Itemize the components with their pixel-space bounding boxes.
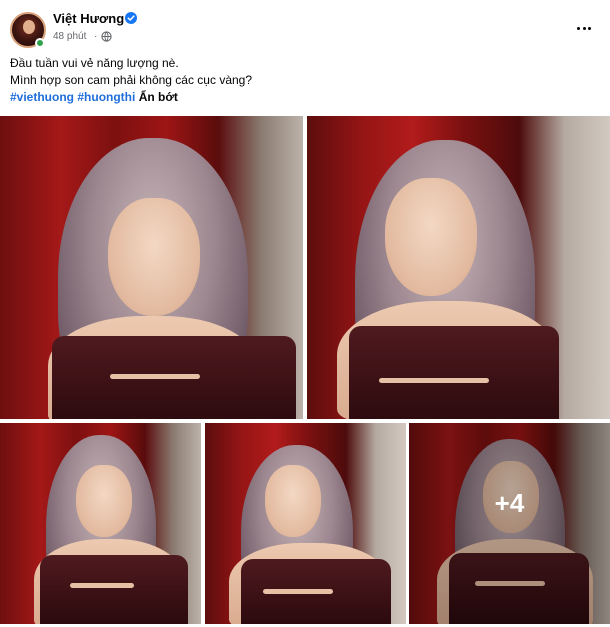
more-photos-overlay[interactable]: +4 <box>409 423 610 624</box>
post-caption: Đầu tuần vui vẻ năng lượng nè. Mình hợp … <box>10 55 600 106</box>
hashtag-link[interactable]: #viethuong <box>10 90 74 104</box>
meta-separator: · <box>94 31 98 42</box>
post-photo-1[interactable] <box>0 116 303 419</box>
avatar-face <box>23 20 35 34</box>
more-photos-count: +4 <box>494 488 525 518</box>
post-photo-5[interactable]: +4 <box>409 423 610 624</box>
author-name[interactable]: Việt Hương <box>53 11 124 26</box>
hashtag-link[interactable]: #huongthi <box>77 90 135 104</box>
more-options-button[interactable] <box>570 14 598 42</box>
post-timestamp[interactable]: 48 phút <box>53 31 86 42</box>
see-less-link[interactable]: Ẩn bớt <box>139 90 178 104</box>
facebook-post: Việt Hương 48 phút · Đầu tuần vui vẻ năn… <box>0 0 610 627</box>
caption-line-1: Đầu tuần vui vẻ năng lượng nè. <box>10 56 179 70</box>
post-photo-4[interactable] <box>205 423 406 624</box>
verified-badge-icon <box>125 12 137 24</box>
post-header: Việt Hương 48 phút · <box>0 0 610 52</box>
caption-line-3: #viethuong #huongthi Ẩn bớt <box>10 89 600 106</box>
caption-line-2: Mình hợp son cam phải không các cục vàng… <box>10 73 253 87</box>
globe-icon <box>101 31 112 42</box>
post-photo-3[interactable] <box>0 423 201 624</box>
more-options-icon <box>577 26 581 30</box>
online-status-dot <box>35 38 45 48</box>
post-photo-2[interactable] <box>307 116 610 419</box>
